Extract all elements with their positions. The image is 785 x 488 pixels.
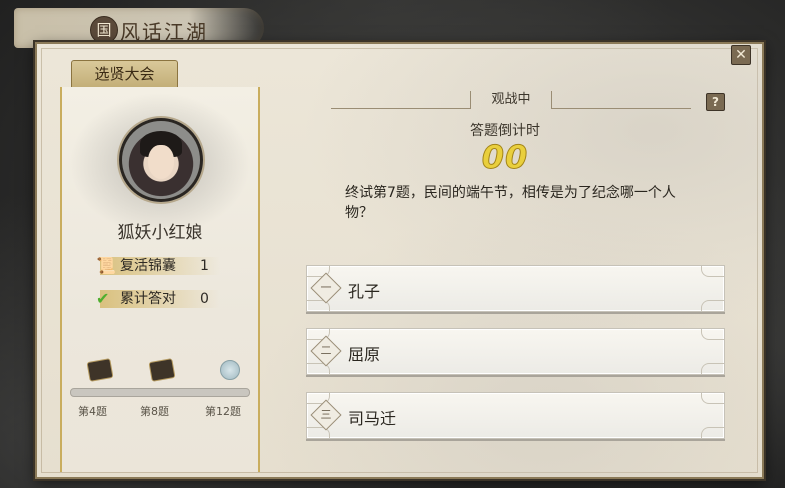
player-name: 狐妖小红娘 xyxy=(117,223,203,243)
option-text: 孔子 xyxy=(348,282,381,301)
countdown-label: 答题倒计时 xyxy=(470,123,540,139)
tab-selection-conference[interactable]: 选贤大会 xyxy=(71,60,178,87)
answer-option-1[interactable]: 一 孔子 xyxy=(306,265,725,312)
revive-label: 复活锦囊 xyxy=(120,258,176,274)
countdown-timer: 00 xyxy=(481,138,529,177)
question-progress-bar xyxy=(70,388,250,397)
option-number-badge: 三 xyxy=(310,399,342,431)
reward-box-icon[interactable] xyxy=(86,358,114,382)
scroll-icon: 📜 xyxy=(96,256,116,275)
close-button[interactable]: ✕ xyxy=(731,45,751,65)
option-text: 司马迁 xyxy=(348,409,397,428)
player-avatar xyxy=(119,118,203,202)
milestone-4: 第4题 xyxy=(78,405,107,418)
game-title: 风话江湖 xyxy=(120,20,208,44)
correct-count: 0 xyxy=(200,291,209,307)
option-number-badge: 二 xyxy=(310,335,342,367)
milestone-8: 第8题 xyxy=(140,405,169,418)
help-button[interactable]: ? xyxy=(706,93,725,111)
option-text: 屈原 xyxy=(348,345,381,364)
question-text: 终试第7题，民间的端午节，相传是为了纪念哪一个人物？ xyxy=(345,185,676,221)
correct-label: 累计答对 xyxy=(120,291,176,307)
title-seal: 国 xyxy=(90,16,118,44)
reward-box-icon[interactable] xyxy=(148,358,176,382)
answer-option-3[interactable]: 三 司马迁 xyxy=(306,392,725,439)
reward-orb-icon[interactable] xyxy=(220,360,240,380)
answer-option-2[interactable]: 二 屈原 xyxy=(306,328,725,375)
check-icon: ✔ xyxy=(96,289,110,308)
option-number-badge: 一 xyxy=(310,272,342,304)
milestone-12: 第12题 xyxy=(205,405,241,418)
revive-count: 1 xyxy=(200,258,209,274)
watching-status: 观战中 xyxy=(331,91,691,109)
